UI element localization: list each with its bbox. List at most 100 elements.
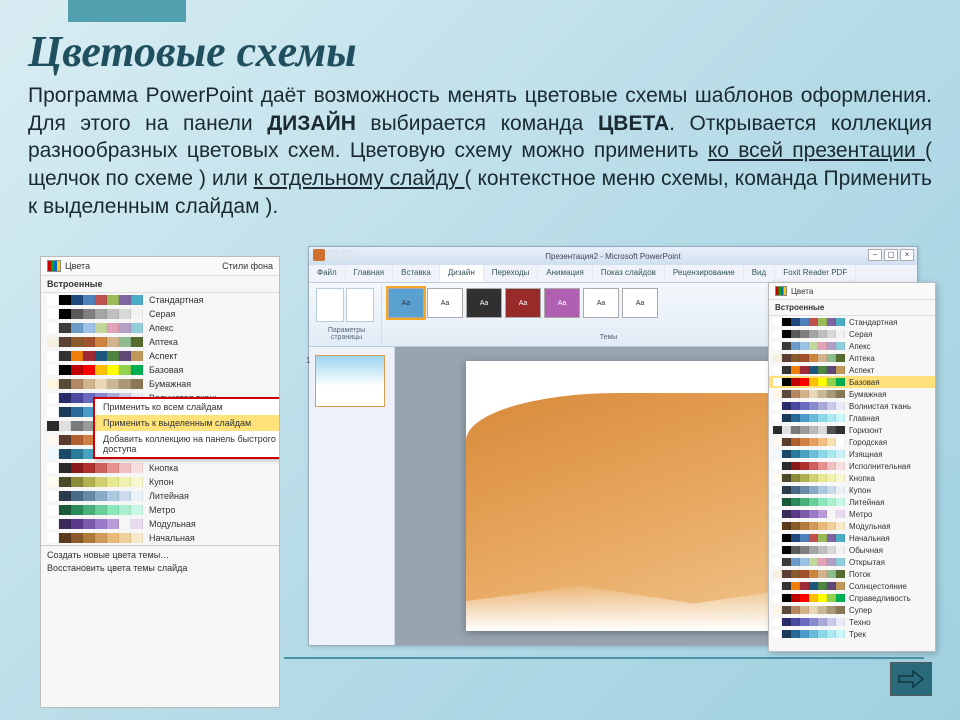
- scheme-label: Базовая: [149, 365, 183, 375]
- next-slide-button[interactable]: [890, 662, 932, 696]
- scheme-row[interactable]: Серая: [769, 328, 935, 340]
- scheme-label: Трек: [849, 630, 866, 639]
- ribbon-tab[interactable]: Foxit Reader PDF: [775, 265, 856, 282]
- ribbon-tab[interactable]: Главная: [346, 265, 393, 282]
- scheme-row[interactable]: Аспект: [41, 349, 279, 363]
- scheme-row[interactable]: Кнопка: [41, 461, 279, 475]
- scheme-row[interactable]: Обычная: [769, 544, 935, 556]
- scheme-row[interactable]: Метро: [769, 508, 935, 520]
- scheme-row[interactable]: Солнцестояние: [769, 580, 935, 592]
- slide-thumbnail-pane[interactable]: [309, 347, 395, 645]
- scheme-row[interactable]: Купон: [769, 484, 935, 496]
- scheme-row[interactable]: Метро: [41, 503, 279, 517]
- ctx-apply-selected[interactable]: Применить к выделенным слайдам: [95, 415, 280, 431]
- ribbon-tab[interactable]: Файл: [309, 265, 346, 282]
- scheme-row[interactable]: Бумажная: [41, 377, 279, 391]
- panel-styles-label: Стили фона: [222, 261, 273, 271]
- scheme-row[interactable]: Модульная: [769, 520, 935, 532]
- theme-thumbnail[interactable]: Aa: [427, 288, 463, 318]
- scheme-row[interactable]: Главная: [769, 412, 935, 424]
- theme-thumbnail[interactable]: Aa: [583, 288, 619, 318]
- slide-orientation-button[interactable]: [346, 288, 374, 322]
- scheme-row[interactable]: Литейная: [769, 496, 935, 508]
- scheme-row[interactable]: Базовая: [41, 363, 279, 377]
- slide-title: Цветовые схемы: [28, 26, 357, 77]
- scheme-row[interactable]: Бумажная: [769, 388, 935, 400]
- scheme-row[interactable]: Справедливость: [769, 592, 935, 604]
- ribbon-tab[interactable]: Вставка: [393, 265, 440, 282]
- create-new-colors-link[interactable]: Создать новые цвета темы…: [47, 550, 273, 560]
- scheme-label: Солнцестояние: [849, 582, 907, 591]
- scheme-swatches: [773, 474, 845, 482]
- scheme-row[interactable]: Аспект: [769, 364, 935, 376]
- ribbon-tab[interactable]: Анимация: [538, 265, 593, 282]
- scheme-row[interactable]: Апекс: [769, 340, 935, 352]
- scheme-swatches: [47, 295, 143, 305]
- ribbon-tabs: ФайлГлавнаяВставкаДизайнПереходыАнимация…: [309, 265, 917, 283]
- restore-colors-link[interactable]: Восстановить цвета темы слайда: [47, 563, 273, 573]
- scheme-swatches: [47, 491, 143, 501]
- qat-button[interactable]: [341, 249, 353, 261]
- scheme-row[interactable]: Волнистая ткань: [769, 400, 935, 412]
- scheme-swatches: [773, 450, 845, 458]
- scheme-row[interactable]: Купон: [41, 475, 279, 489]
- scheme-row[interactable]: Кнопка: [769, 472, 935, 484]
- theme-thumbnail[interactable]: Aa: [466, 288, 502, 318]
- scheme-row[interactable]: Городская: [769, 436, 935, 448]
- scheme-swatches: [47, 309, 143, 319]
- ribbon-tab[interactable]: Дизайн: [440, 265, 484, 282]
- scheme-label: Изящная: [849, 450, 883, 459]
- close-button[interactable]: ×: [900, 249, 914, 261]
- scheme-row[interactable]: Трек: [769, 628, 935, 640]
- theme-thumbnail[interactable]: Aa: [388, 288, 424, 318]
- scheme-label: Открытая: [849, 558, 885, 567]
- scheme-row[interactable]: Горизонт: [769, 424, 935, 436]
- scheme-row[interactable]: Серая: [41, 307, 279, 321]
- scheme-swatches: [773, 414, 845, 422]
- scheme-row[interactable]: Начальная: [41, 531, 279, 545]
- scheme-row[interactable]: Поток: [769, 568, 935, 580]
- scheme-row[interactable]: Апекс: [41, 321, 279, 335]
- maximize-button[interactable]: ▢: [884, 249, 898, 261]
- scheme-swatches: [773, 402, 845, 410]
- theme-thumbnail[interactable]: Aa: [622, 288, 658, 318]
- ribbon-tab[interactable]: Показ слайдов: [593, 265, 665, 282]
- scheme-swatches: [773, 606, 845, 614]
- scheme-row[interactable]: Стандартная: [769, 316, 935, 328]
- scheme-swatches: [773, 426, 845, 434]
- scheme-label: Обычная: [849, 546, 883, 555]
- scheme-row[interactable]: Аптека: [41, 335, 279, 349]
- scheme-row[interactable]: Стандартная: [41, 293, 279, 307]
- slide-thumbnail[interactable]: [315, 355, 385, 407]
- ribbon-tab[interactable]: Рецензирование: [665, 265, 744, 282]
- scheme-row[interactable]: Исполнительная: [769, 460, 935, 472]
- colors-icon: [47, 260, 61, 272]
- scheme-row[interactable]: Аптека: [769, 352, 935, 364]
- ribbon-tab[interactable]: Вид: [744, 265, 775, 282]
- scheme-row[interactable]: Литейная: [41, 489, 279, 503]
- scheme-label: Апекс: [149, 323, 173, 333]
- ctx-add-to-qat[interactable]: Добавить коллекцию на панель быстрого до…: [95, 431, 280, 457]
- scheme-row[interactable]: Изящная: [769, 448, 935, 460]
- page-setup-button[interactable]: [316, 288, 344, 322]
- scheme-row[interactable]: Супер: [769, 604, 935, 616]
- text-span: выбирается команда: [356, 112, 598, 135]
- scheme-row[interactable]: Начальная: [769, 532, 935, 544]
- theme-thumbnail[interactable]: Aa: [544, 288, 580, 318]
- scheme-label: Серая: [149, 309, 175, 319]
- minimize-button[interactable]: –: [868, 249, 882, 261]
- scheme-row[interactable]: Модульная: [41, 517, 279, 531]
- scheme-row[interactable]: Открытая: [769, 556, 935, 568]
- scheme-label: Техно: [849, 618, 871, 627]
- scheme-label: Главная: [849, 414, 879, 423]
- qat-button[interactable]: [327, 249, 339, 261]
- theme-thumbnail[interactable]: Aa: [505, 288, 541, 318]
- scheme-row[interactable]: Техно: [769, 616, 935, 628]
- scheme-swatches: [47, 477, 143, 487]
- ribbon-tab[interactable]: Переходы: [484, 265, 539, 282]
- ctx-apply-all[interactable]: Применить ко всем слайдам: [95, 399, 280, 415]
- panel-header: Цвета: [769, 283, 935, 300]
- scheme-row[interactable]: Базовая: [769, 376, 935, 388]
- scheme-swatches: [773, 582, 845, 590]
- themes-gallery[interactable]: AaAaAaAaAaAaAa: [388, 288, 829, 318]
